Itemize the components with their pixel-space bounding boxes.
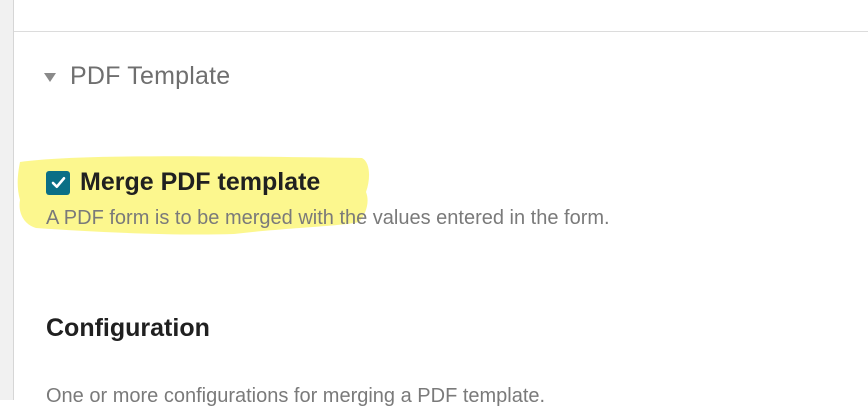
configuration-label: Configuration bbox=[46, 314, 210, 342]
triangle-down-icon[interactable] bbox=[44, 72, 56, 82]
checkmark-icon bbox=[51, 176, 65, 189]
divider bbox=[14, 31, 868, 32]
merge-pdf-template-row: Merge PDF template bbox=[46, 168, 320, 197]
merge-pdf-template-label[interactable]: Merge PDF template bbox=[80, 168, 320, 197]
merge-pdf-template-checkbox[interactable] bbox=[46, 170, 70, 195]
configuration-description: One or more configurations for merging a… bbox=[46, 385, 546, 407]
merge-pdf-template-description: A PDF form is to be merged with the valu… bbox=[46, 207, 610, 229]
section-header-pdf-template[interactable]: PDF Template bbox=[44, 58, 230, 94]
left-rail bbox=[0, 0, 14, 400]
section-title: PDF Template bbox=[70, 61, 231, 90]
